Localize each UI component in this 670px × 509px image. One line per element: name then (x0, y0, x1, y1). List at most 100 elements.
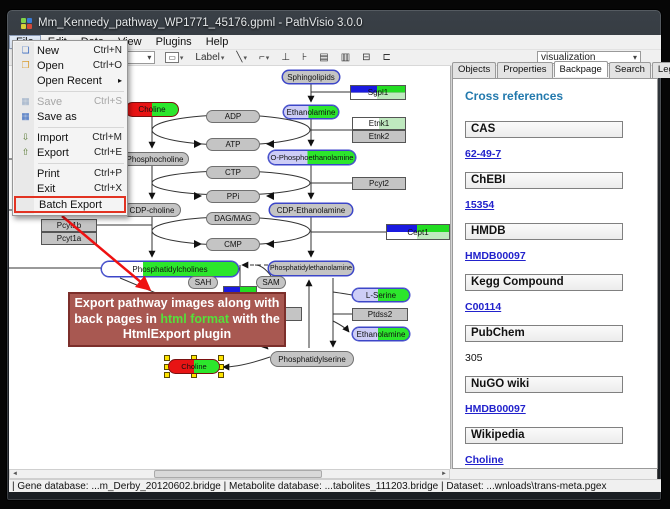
save-as-icon: ▦ (17, 111, 34, 122)
gene-node-etnk2[interactable]: Etnk2 (352, 130, 406, 143)
menu-shortcut: Ctrl+S (94, 96, 122, 107)
metabolite-node-sam[interactable]: SAM (256, 276, 286, 289)
connector-tool-button[interactable]: ⌐ ▾ (257, 52, 271, 63)
menu-item-batch-export[interactable]: Batch Export (14, 196, 126, 213)
crossref-header: ChEBI (465, 172, 623, 189)
tab-objects[interactable]: Objects (452, 62, 496, 78)
selection-handle[interactable] (164, 355, 170, 361)
submenu-arrow-icon: ▸ (118, 76, 122, 85)
selection-handle[interactable] (164, 372, 170, 378)
gene-node-pcyt1b[interactable]: Pcyt1b (41, 219, 97, 232)
metabolite-node-atp[interactable]: ATP (206, 138, 260, 151)
chevron-down-icon[interactable]: ▾ (180, 54, 184, 62)
crossref-header: HMDB (465, 223, 623, 240)
callout-highlight: html format (160, 312, 229, 326)
menu-item-exit[interactable]: Exit Ctrl+X (14, 181, 126, 196)
tab-properties[interactable]: Properties (497, 62, 552, 78)
datanode-icon: ▭ (165, 52, 179, 63)
crossref-link[interactable]: C00114 (465, 301, 501, 313)
menu-shortcut: Ctrl+X (94, 183, 122, 194)
crossref-link[interactable]: 15354 (465, 199, 494, 211)
metabolite-node-ethanolamine[interactable]: Ethanolamine (283, 105, 339, 119)
selected-node-choline[interactable]: Choline (168, 359, 220, 374)
file-menu-popup: ❏ New Ctrl+N ❐ Open Ctrl+O Open Recent ▸… (12, 40, 128, 216)
gene-node-cept1[interactable]: Cept1 (386, 224, 450, 240)
stack-rows-button[interactable]: ▤ (317, 52, 330, 63)
menu-help[interactable]: Help (199, 35, 236, 49)
selection-handle[interactable] (218, 355, 224, 361)
crossref-section-chebi: ChEBI 15354 (465, 172, 657, 214)
menu-item-import[interactable]: ⇩ Import Ctrl+M (14, 130, 126, 145)
menu-shortcut: Ctrl+M (92, 132, 122, 143)
metabolite-node-phosphatidylethanolamine[interactable]: Phosphatidylethanolamine (268, 261, 354, 276)
menu-item-save-as[interactable]: ▦ Save as (14, 109, 126, 124)
menu-item-open-recent[interactable]: Open Recent ▸ (14, 73, 126, 88)
chevron-down-icon[interactable]: ▾ (633, 53, 637, 62)
menu-shortcut: Ctrl+P (94, 168, 122, 179)
gene-node-sgpl1[interactable]: Sgpl1 (350, 85, 406, 100)
status-bar: | Gene database: ...m_Derby_20120602.bri… (9, 479, 661, 492)
scroll-left-icon[interactable]: ◄ (10, 470, 20, 478)
menu-item-export[interactable]: ⇧ Export Ctrl+E (14, 145, 126, 160)
scrollbar-track[interactable] (20, 470, 439, 478)
align-center-vertical-icon: ⊥ (281, 52, 290, 63)
menu-plugins[interactable]: Plugins (149, 35, 199, 49)
align-center-horizontal-button[interactable]: ⊦ (300, 52, 309, 63)
chevron-down-icon[interactable]: ▾ (147, 53, 151, 62)
side-panel-tabs: Objects Properties Backpage Search Legen… (452, 62, 658, 78)
gene-node-ptdss2[interactable]: Ptdss2 (352, 308, 408, 321)
metabolite-node-cdp-ethanolamine[interactable]: CDP-Ethanolamine (269, 203, 353, 217)
metabolite-node-dag-mag[interactable]: DAG/MAG (206, 212, 260, 225)
selection-handle[interactable] (218, 372, 224, 378)
metabolite-node-ppi[interactable]: PPi (206, 190, 260, 203)
canvas-hscrollbar[interactable]: ◄ ► (9, 469, 450, 479)
chevron-down-icon[interactable]: ▾ (243, 54, 247, 62)
menu-item-save[interactable]: ▦ Save Ctrl+S (14, 94, 126, 109)
menu-item-open[interactable]: ❐ Open Ctrl+O (14, 58, 126, 73)
crossref-link[interactable]: Choline (465, 454, 504, 466)
metabolite-node-choline[interactable]: Choline (125, 102, 179, 117)
metabolite-node-o-phosphoethanolamine[interactable]: O-Phosphoethanolamine (268, 150, 356, 165)
metabolite-node-choline-selected[interactable]: Choline (168, 359, 220, 374)
label-tool-button[interactable]: Label ▾ (193, 52, 226, 63)
scrollbar-thumb[interactable] (154, 470, 322, 478)
align-center-vertical-button[interactable]: ⊥ (279, 52, 292, 63)
line-tool-button[interactable]: ╲ ▾ (234, 52, 249, 63)
metabolite-node-cdp-choline[interactable]: CDP-choline (123, 203, 181, 217)
crossref-link[interactable]: 62-49-7 (465, 148, 501, 160)
set-size-button[interactable]: ⊏ (381, 52, 393, 63)
metabolite-node-ethanolamine-2[interactable]: Ethanolamine (352, 327, 410, 341)
gene-node-pcyt2[interactable]: Pcyt2 (352, 177, 406, 190)
menu-item-label: Exit (34, 183, 94, 195)
menu-item-label: Import (34, 132, 92, 144)
menu-item-print[interactable]: Print Ctrl+P (14, 166, 126, 181)
metabolite-node-ctp[interactable]: CTP (206, 166, 260, 179)
metabolite-node-l-serine[interactable]: L-Serine (352, 288, 410, 302)
import-icon: ⇩ (17, 132, 34, 143)
metabolite-node-phosphocholine[interactable]: Phosphocholine (121, 152, 189, 166)
tab-search[interactable]: Search (609, 62, 651, 78)
metabolite-node-sphingolipids[interactable]: Sphingolipids (282, 70, 340, 84)
tab-backpage[interactable]: Backpage (554, 61, 608, 77)
gene-node-pcyt1a[interactable]: Pcyt1a (41, 232, 97, 245)
scroll-right-icon[interactable]: ► (439, 470, 449, 478)
title-bar[interactable]: Mm_Kennedy_pathway_WP1771_45176.gpml - P… (7, 10, 661, 36)
crossref-link[interactable]: HMDB00097 (465, 250, 526, 262)
gene-node-etnk1[interactable]: Etnk1 (352, 117, 406, 130)
menu-shortcut: Ctrl+O (93, 60, 122, 71)
chevron-down-icon[interactable]: ▾ (266, 54, 270, 62)
metabolite-node-phosphatidylcholines[interactable]: Phosphatidylcholines (101, 261, 239, 277)
crossrefs-heading: Cross references (465, 89, 657, 103)
menu-shortcut: Ctrl+E (94, 147, 122, 158)
metabolite-node-sah[interactable]: SAH (188, 276, 218, 289)
stack-columns-button[interactable]: ▥ (339, 52, 352, 63)
crossref-link[interactable]: HMDB00097 (465, 403, 526, 415)
metabolite-node-adp[interactable]: ADP (206, 110, 260, 123)
datanode-tool-button[interactable]: ▭ ▾ (163, 52, 185, 63)
menu-item-new[interactable]: ❏ New Ctrl+N (14, 43, 126, 58)
tab-legend[interactable]: Legend (652, 62, 670, 78)
chevron-down-icon[interactable]: ▾ (221, 54, 225, 62)
align-edges-button[interactable]: ⊟ (360, 52, 372, 63)
metabolite-node-phosphatidylserine[interactable]: Phosphatidylserine (270, 351, 354, 367)
metabolite-node-cmp[interactable]: CMP (206, 238, 260, 251)
